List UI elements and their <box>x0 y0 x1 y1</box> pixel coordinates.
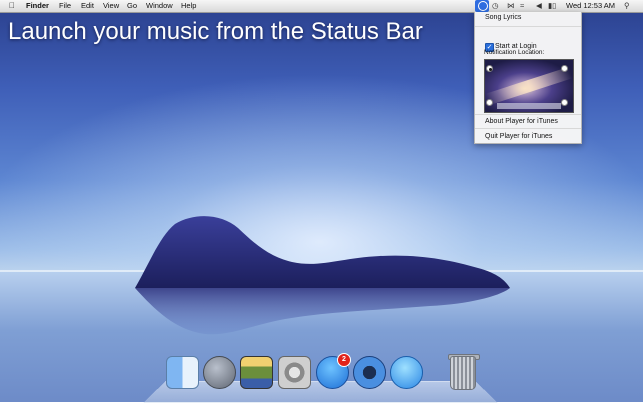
notification-location-label: Notification Location: <box>484 49 545 56</box>
app-store-badge: 2 <box>337 353 351 367</box>
apple-icon[interactable]:  <box>9 1 15 11</box>
quit-item[interactable]: Quit Player for iTunes <box>485 132 552 141</box>
about-item[interactable]: About Player for iTunes <box>485 117 558 126</box>
player-for-itunes-icon[interactable] <box>475 0 489 12</box>
song-lyrics-item[interactable]: Song Lyrics <box>485 13 521 22</box>
menu-separator <box>475 128 581 129</box>
launchpad-icon[interactable] <box>203 356 236 389</box>
menu-app-name[interactable]: Finder <box>26 1 49 11</box>
volume-icon[interactable]: ◀ <box>536 1 542 11</box>
system-preferences-icon[interactable] <box>278 356 311 389</box>
headline: Launch your music from the Status Bar <box>8 18 423 45</box>
spotlight-icon[interactable]: ⚲ <box>624 1 630 11</box>
itunes-icon[interactable] <box>390 356 423 389</box>
menu-edit[interactable]: Edit <box>81 1 94 11</box>
menu-file[interactable]: File <box>59 1 71 11</box>
location-top-left-radio[interactable] <box>486 65 493 72</box>
photo-icon[interactable] <box>240 356 273 389</box>
menu-go[interactable]: Go <box>127 1 137 11</box>
menu-separator <box>475 114 581 115</box>
trash-icon[interactable] <box>450 356 476 390</box>
player-menu: Song Lyrics ✓ Start at Login Notificatio… <box>474 12 582 144</box>
time-machine-icon[interactable]: ◷ <box>492 1 499 11</box>
menu-view[interactable]: View <box>103 1 119 11</box>
menu-window[interactable]: Window <box>146 1 173 11</box>
wifi-icon[interactable]: ≈ <box>520 1 524 11</box>
battery-icon[interactable]: ▮▯ <box>548 1 556 11</box>
menu-separator <box>475 26 581 27</box>
menu-clock[interactable]: Wed 12:53 AM <box>566 1 615 11</box>
bluetooth-icon[interactable]: ⋈ <box>507 1 515 11</box>
location-bottom-right-radio[interactable] <box>561 99 568 106</box>
location-bottom-left-radio[interactable] <box>486 99 493 106</box>
finder-icon[interactable] <box>166 356 199 389</box>
location-top-right-radio[interactable] <box>561 65 568 72</box>
menu-help[interactable]: Help <box>181 1 196 11</box>
quicktime-icon[interactable] <box>353 356 386 389</box>
